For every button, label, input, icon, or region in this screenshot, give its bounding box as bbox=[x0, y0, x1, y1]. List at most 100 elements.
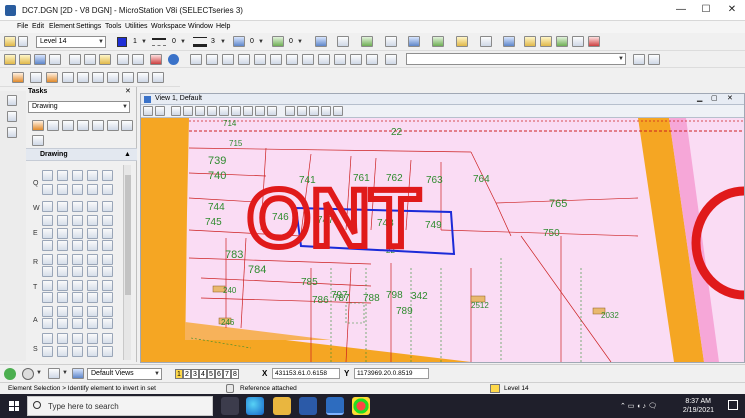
drawing-tool-icon[interactable] bbox=[57, 280, 68, 291]
menu-tools[interactable]: Tools bbox=[105, 23, 121, 30]
level-combo[interactable]: Level 14 ▼ bbox=[36, 36, 106, 48]
primary-tools-icon[interactable] bbox=[315, 36, 327, 47]
drawing-tool-icon[interactable] bbox=[42, 254, 53, 265]
drawing-tool-icon[interactable] bbox=[87, 184, 98, 195]
drawing-tool-icon[interactable] bbox=[102, 254, 113, 265]
drawing-tool-icon[interactable] bbox=[72, 306, 83, 317]
drawing-tool-icon[interactable] bbox=[102, 318, 113, 329]
drawing-tool-icon[interactable] bbox=[72, 346, 83, 357]
priority-dropdown-icon[interactable]: ▼ bbox=[297, 39, 303, 45]
transparency-icon[interactable] bbox=[233, 36, 245, 47]
view-control-icon[interactable] bbox=[321, 106, 331, 116]
menu-utilities[interactable]: Utilities bbox=[125, 23, 148, 30]
copy-tool-icon[interactable] bbox=[92, 120, 104, 131]
reference-icon[interactable] bbox=[361, 36, 373, 47]
strip-tool-1-icon[interactable] bbox=[7, 95, 17, 106]
print-preview-icon[interactable] bbox=[572, 36, 584, 47]
drawing-tool-icon[interactable] bbox=[42, 306, 53, 317]
drawing-tool-icon[interactable] bbox=[102, 346, 113, 357]
drawing-tool-icon[interactable] bbox=[57, 215, 68, 226]
text-tool-icon[interactable] bbox=[137, 72, 149, 83]
drawing-tool-icon[interactable] bbox=[72, 184, 83, 195]
display-style-icon[interactable] bbox=[556, 36, 568, 47]
drawing-tool-icon[interactable] bbox=[72, 333, 83, 344]
menu-window[interactable]: Window bbox=[188, 23, 213, 30]
tool-g-icon[interactable] bbox=[286, 54, 298, 65]
drawing-tool-icon[interactable] bbox=[42, 266, 53, 277]
drawing-tool-icon[interactable] bbox=[72, 318, 83, 329]
modify-icon[interactable] bbox=[92, 72, 104, 83]
drawing-tool-icon[interactable] bbox=[42, 318, 53, 329]
drawing-tool-icon[interactable] bbox=[102, 292, 113, 303]
rotate-icon[interactable] bbox=[121, 120, 133, 131]
clock-date[interactable]: 2/19/2021 bbox=[680, 407, 714, 414]
drawing-tool-icon[interactable] bbox=[72, 170, 83, 181]
cut-icon[interactable] bbox=[69, 54, 81, 65]
drawing-tool-icon[interactable] bbox=[57, 201, 68, 212]
view-button-7[interactable]: 7 bbox=[223, 369, 231, 379]
move-icon[interactable] bbox=[77, 120, 89, 131]
level-manager-icon[interactable] bbox=[4, 36, 16, 47]
view-close-button[interactable]: ✕ bbox=[727, 94, 733, 102]
menu-element[interactable]: Element bbox=[49, 23, 75, 30]
tool-c-icon[interactable] bbox=[222, 54, 234, 65]
drawing-tool-icon[interactable] bbox=[42, 201, 53, 212]
drawing-tool-icon[interactable] bbox=[102, 306, 113, 317]
view-groups-icon[interactable] bbox=[72, 368, 84, 379]
view-control-icon[interactable] bbox=[231, 106, 241, 116]
tool-f-icon[interactable] bbox=[270, 54, 282, 65]
drawing-tool-icon[interactable] bbox=[57, 346, 68, 357]
manipulate-icon[interactable] bbox=[107, 72, 119, 83]
undo-icon[interactable] bbox=[117, 54, 129, 65]
drawing-tool-icon[interactable] bbox=[87, 333, 98, 344]
chrome-icon[interactable] bbox=[352, 397, 370, 415]
drawing-tool-icon[interactable] bbox=[57, 318, 68, 329]
forward-icon[interactable] bbox=[22, 368, 34, 380]
view-button-2[interactable]: 2 bbox=[183, 369, 191, 379]
forward-dropdown-icon[interactable]: ▼ bbox=[36, 370, 42, 376]
drawing-tool-icon[interactable] bbox=[87, 228, 98, 239]
drawing-tool-icon[interactable] bbox=[72, 201, 83, 212]
view-control-icon[interactable] bbox=[267, 106, 277, 116]
task-selector[interactable]: Drawing ▼ bbox=[28, 101, 130, 113]
drawing-tool-icon[interactable] bbox=[87, 292, 98, 303]
view-control-icon[interactable] bbox=[207, 106, 217, 116]
save-icon[interactable] bbox=[34, 54, 46, 65]
delete-icon[interactable] bbox=[62, 120, 74, 131]
drawing-tool-icon[interactable] bbox=[42, 184, 53, 195]
snaps-icon[interactable] bbox=[456, 36, 468, 47]
model-icon[interactable] bbox=[150, 54, 162, 65]
drawing-tool-icon[interactable] bbox=[87, 306, 98, 317]
drawing-tool-icon[interactable] bbox=[42, 333, 53, 344]
drawing-tool-icon[interactable] bbox=[57, 254, 68, 265]
view-control-icon[interactable] bbox=[195, 106, 205, 116]
view-maximize-button[interactable]: ▢ bbox=[711, 94, 718, 102]
fence-tool-icon[interactable] bbox=[47, 120, 59, 131]
microstation-taskbar-icon[interactable] bbox=[326, 397, 344, 415]
view-group-combo[interactable]: Default Views ▼ bbox=[87, 368, 162, 380]
drawing-tool-icon[interactable] bbox=[102, 266, 113, 277]
task-view-icon[interactable] bbox=[221, 397, 239, 415]
scale-icon[interactable] bbox=[107, 120, 119, 131]
tool-b-icon[interactable] bbox=[206, 54, 218, 65]
drawing-tool-icon[interactable] bbox=[87, 215, 98, 226]
drawing-tool-icon[interactable] bbox=[42, 215, 53, 226]
tool-d-icon[interactable] bbox=[238, 54, 250, 65]
menu-workspace[interactable]: Workspace bbox=[151, 23, 186, 30]
key-in-icon[interactable] bbox=[524, 36, 536, 47]
drawing-tool-icon[interactable] bbox=[57, 228, 68, 239]
drawing-tool-icon[interactable] bbox=[87, 346, 98, 357]
copy-icon[interactable] bbox=[84, 54, 96, 65]
view-attr-icon[interactable] bbox=[385, 54, 397, 65]
tool-e-icon[interactable] bbox=[254, 54, 266, 65]
line-icon[interactable] bbox=[30, 72, 42, 83]
color-dropdown-icon[interactable]: ▼ bbox=[141, 39, 147, 45]
transparency-dropdown-icon[interactable]: ▼ bbox=[258, 39, 264, 45]
tool-h-icon[interactable] bbox=[302, 54, 314, 65]
drawing-tool-icon[interactable] bbox=[102, 280, 113, 291]
tool-a-icon[interactable] bbox=[190, 54, 202, 65]
drawing-tool-icon[interactable] bbox=[72, 266, 83, 277]
menu-help[interactable]: Help bbox=[216, 23, 230, 30]
dimension-icon[interactable] bbox=[122, 72, 134, 83]
drawing-tool-icon[interactable] bbox=[42, 170, 53, 181]
